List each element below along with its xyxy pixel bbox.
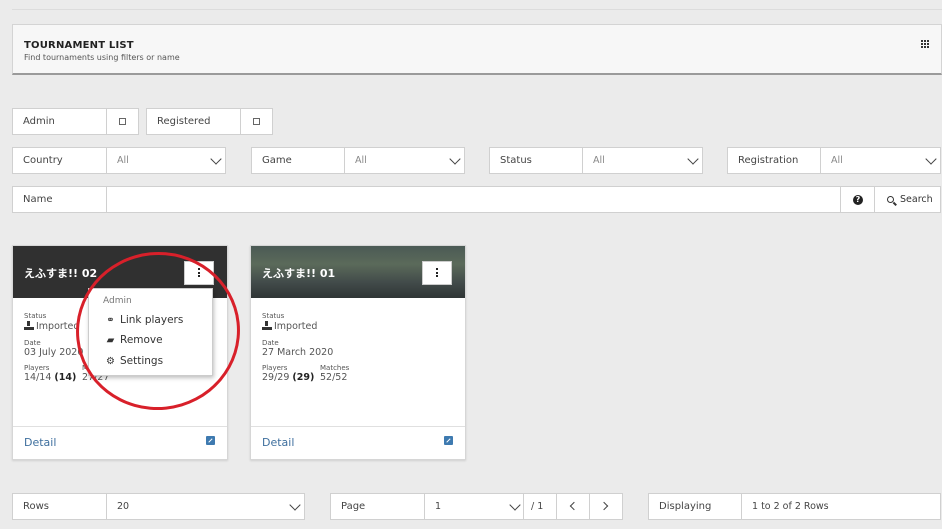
status-select[interactable]: All	[593, 148, 605, 173]
date-value: 27 March 2020	[262, 347, 334, 358]
card-footer: Detail	[251, 426, 465, 459]
matches-key: Matches	[320, 364, 350, 372]
card-footer: Detail	[13, 426, 227, 459]
date-key: Date	[24, 339, 41, 347]
menu-header: Admin	[103, 296, 132, 306]
tournament-name[interactable]: えふすま!! 01	[262, 265, 335, 281]
game-filter[interactable]: Game All	[251, 147, 465, 174]
chevron-left-icon	[569, 501, 579, 511]
help-icon: ?	[853, 195, 863, 205]
registered-filter[interactable]: Registered	[146, 108, 273, 135]
displaying-value: 1 to 2 of 2 Rows	[752, 501, 829, 512]
more-vertical-icon	[436, 268, 438, 279]
card-menu-button[interactable]	[184, 261, 214, 285]
external-link-icon[interactable]	[206, 436, 215, 445]
admin-filter-label: Admin	[23, 116, 55, 127]
players-value: 29/29 (29)	[262, 372, 315, 383]
status-value: Imported	[262, 321, 317, 332]
country-select[interactable]: All	[117, 148, 129, 173]
chevron-down-icon[interactable]	[687, 153, 699, 165]
menu-item-settings[interactable]: ⚙ Settings	[105, 355, 163, 367]
matches-value: 52/52	[320, 372, 348, 383]
chevron-down-icon[interactable]	[210, 153, 222, 165]
menu-item-link-players[interactable]: ⚭ Link players	[105, 314, 183, 326]
download-icon	[262, 321, 272, 330]
page-subtitle: Find tournaments using filters or name	[24, 53, 180, 62]
search-button-label: Search	[900, 194, 933, 205]
card-action-menu: Admin ⚭ Link players ▰ Remove ⚙ Settings	[88, 288, 213, 376]
detail-link[interactable]: Detail	[24, 436, 56, 449]
admin-checkbox[interactable]	[119, 118, 126, 125]
registration-label: Registration	[738, 155, 799, 166]
detail-link[interactable]: Detail	[262, 436, 294, 449]
displaying-label: Displaying	[659, 501, 712, 512]
page-header: TOURNAMENT LIST Find tournaments using f…	[12, 24, 942, 75]
chevron-right-icon	[599, 501, 609, 511]
prev-page-button[interactable]	[556, 494, 589, 519]
chevron-down-icon[interactable]	[449, 153, 461, 165]
menu-item-remove[interactable]: ▰ Remove	[105, 334, 163, 346]
card-menu-button[interactable]	[422, 261, 452, 285]
status-key: Status	[24, 312, 47, 320]
admin-filter[interactable]: Admin	[12, 108, 139, 135]
country-filter[interactable]: Country All	[12, 147, 226, 174]
card-banner: えふすま!! 01	[251, 246, 465, 298]
grid-icon[interactable]	[920, 39, 929, 48]
chevron-down-icon[interactable]	[509, 499, 521, 511]
players-key: Players	[262, 364, 288, 372]
search-icon	[887, 196, 894, 203]
game-label: Game	[262, 155, 292, 166]
status-value: Imported	[24, 321, 79, 332]
rows-selector[interactable]: Rows 20	[12, 493, 305, 520]
status-label: Status	[500, 155, 532, 166]
download-icon	[24, 321, 34, 330]
name-label: Name	[23, 194, 53, 205]
rows-label: Rows	[23, 501, 50, 512]
tournament-card: えふすま!! 01 Status Imported Date 27 March …	[250, 245, 466, 460]
players-value: 14/14 (14)	[24, 372, 77, 383]
eraser-icon: ▰	[106, 335, 115, 346]
displaying-info: Displaying 1 to 2 of 2 Rows	[648, 493, 941, 520]
name-search-bar: Name ? Search	[12, 186, 941, 213]
link-icon: ⚭	[106, 315, 115, 326]
more-vertical-icon	[198, 268, 200, 279]
next-page-button[interactable]	[589, 494, 622, 519]
players-key: Players	[24, 364, 50, 372]
registered-checkbox[interactable]	[253, 118, 260, 125]
date-value: 03 July 2020	[24, 347, 84, 358]
page-select[interactable]: 1	[435, 494, 441, 519]
gears-icon: ⚙	[106, 356, 115, 367]
page-selector: Page 1 / 1	[330, 493, 623, 520]
chevron-down-icon[interactable]	[925, 153, 937, 165]
external-link-icon[interactable]	[444, 436, 453, 445]
page-title: TOURNAMENT LIST	[24, 40, 134, 51]
help-button[interactable]: ?	[840, 187, 874, 212]
rows-select[interactable]: 20	[117, 494, 129, 519]
game-select[interactable]: All	[355, 148, 367, 173]
status-key: Status	[262, 312, 285, 320]
country-label: Country	[23, 155, 63, 166]
tournament-name[interactable]: えふすま!! 02	[24, 265, 97, 281]
top-divider	[12, 9, 942, 10]
search-button[interactable]: Search	[874, 187, 942, 212]
registered-filter-label: Registered	[157, 116, 211, 127]
date-key: Date	[262, 339, 279, 347]
registration-select[interactable]: All	[831, 148, 843, 173]
status-filter[interactable]: Status All	[489, 147, 703, 174]
chevron-down-icon[interactable]	[289, 499, 301, 511]
page-label: Page	[341, 501, 366, 512]
registration-filter[interactable]: Registration All	[727, 147, 941, 174]
page-total: / 1	[531, 501, 544, 512]
